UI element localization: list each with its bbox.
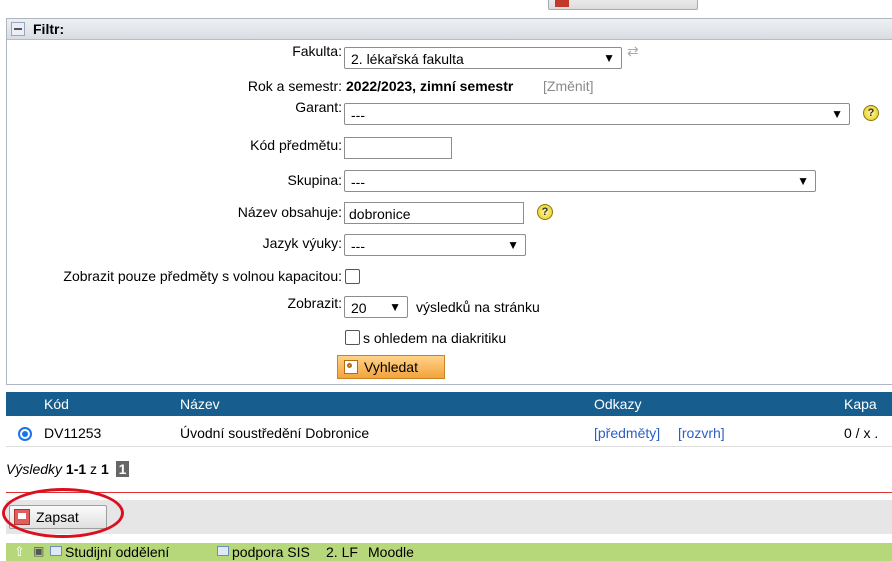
nazev-input[interactable]: dobronice bbox=[344, 202, 524, 224]
garant-select[interactable]: --- ▼ bbox=[344, 103, 850, 125]
zmenit-link[interactable]: [Změnit] bbox=[543, 78, 594, 94]
row-link-predmety[interactable]: [předměty] bbox=[594, 425, 660, 441]
rok-value: 2022/2023, zimní semestr bbox=[346, 78, 514, 94]
volna-kapacita-label: Zobrazit pouze předměty s volnou kapacit… bbox=[63, 268, 342, 284]
chevron-down-icon: ▼ bbox=[507, 238, 519, 252]
results-summary: Výsledky 1-1 z 1 1 bbox=[6, 461, 130, 477]
zobrazit-select[interactable]: 20 ▼ bbox=[344, 296, 408, 318]
row-nazev: Úvodní soustředění Dobronice bbox=[180, 425, 370, 441]
swap-arrows-icon[interactable]: ⇄ bbox=[627, 43, 639, 60]
action-bar bbox=[6, 500, 892, 534]
footer-link-2lf[interactable]: 2. LF bbox=[326, 544, 358, 560]
row-kod: DV11253 bbox=[44, 425, 102, 441]
zobrazit-label: Zobrazit: bbox=[287, 295, 342, 311]
jazyk-select[interactable]: --- ▼ bbox=[344, 234, 526, 256]
home-icon[interactable]: ⇧ bbox=[14, 544, 25, 560]
nazev-label: Název obsahuje: bbox=[237, 204, 342, 220]
page-number-current[interactable]: 1 bbox=[115, 461, 130, 477]
filter-header[interactable]: Filtr: bbox=[7, 19, 892, 40]
footer-link-studijni[interactable]: Studijní oddělení bbox=[65, 544, 169, 560]
table-header: Kód Název Odkazy Kapa bbox=[6, 392, 892, 416]
chevron-down-icon: ▼ bbox=[389, 300, 401, 314]
diakritika-checkbox[interactable] bbox=[345, 330, 360, 345]
skupina-select[interactable]: --- ▼ bbox=[344, 170, 816, 192]
chevron-down-icon: ▼ bbox=[831, 107, 843, 121]
column-header-nazev[interactable]: Název bbox=[180, 396, 220, 412]
divider-line bbox=[6, 492, 892, 493]
footer-bar: ⇧ ▣ Studijní oddělení podpora SIS 2. LF … bbox=[6, 543, 892, 561]
clipped-toolbar-button[interactable] bbox=[548, 0, 698, 10]
table-row: DV11253 Úvodní soustředění Dobronice [př… bbox=[6, 420, 892, 447]
fakulta-select[interactable]: 2. lékařská fakulta ▼ bbox=[344, 47, 622, 69]
search-button[interactable]: Vyhledat bbox=[337, 355, 445, 379]
top-clipped-area bbox=[0, 0, 892, 18]
volna-kapacita-checkbox[interactable] bbox=[345, 269, 360, 284]
results-of: z bbox=[90, 461, 98, 477]
results-range: 1-1 bbox=[65, 461, 87, 477]
diakritika-label: s ohledem na diakritiku bbox=[363, 330, 507, 346]
skupina-select-value: --- bbox=[351, 174, 365, 190]
row-kapacita: 0 / x . bbox=[844, 425, 879, 441]
filter-panel: Filtr: Fakulta: 2. lékařská fakulta ▼ ⇄ … bbox=[6, 18, 892, 385]
highlight-circle-annotation bbox=[2, 488, 124, 538]
help-icon[interactable]: ? bbox=[537, 204, 553, 220]
printer-icon[interactable]: ▣ bbox=[33, 544, 44, 558]
zobrazit-suffix: výsledků na stránku bbox=[416, 299, 540, 315]
column-header-kod[interactable]: Kód bbox=[44, 396, 69, 412]
column-header-odkazy: Odkazy bbox=[594, 396, 642, 412]
filter-title: Filtr: bbox=[33, 21, 65, 37]
jazyk-select-value: --- bbox=[351, 238, 365, 254]
garant-label: Garant: bbox=[295, 99, 342, 115]
chevron-down-icon: ▼ bbox=[797, 174, 809, 188]
rok-label: Rok a semestr: bbox=[247, 78, 342, 94]
kod-label: Kód předmětu: bbox=[250, 137, 342, 153]
fakulta-label: Fakulta: bbox=[292, 43, 342, 59]
footer-link-podpora[interactable]: podpora SIS bbox=[232, 544, 310, 560]
row-radio-selected[interactable] bbox=[18, 427, 32, 441]
column-header-kapacita: Kapa bbox=[844, 396, 877, 412]
mail-icon bbox=[50, 546, 62, 556]
jazyk-label: Jazyk výuky: bbox=[262, 235, 342, 251]
skupina-label: Skupina: bbox=[287, 172, 342, 188]
search-button-label: Vyhledat bbox=[364, 359, 418, 375]
zobrazit-select-value: 20 bbox=[351, 300, 367, 316]
row-link-rozvrh[interactable]: [rozvrh] bbox=[678, 425, 725, 441]
magnifier-icon bbox=[344, 360, 358, 374]
kod-input[interactable] bbox=[344, 137, 452, 159]
help-icon[interactable]: ? bbox=[863, 105, 879, 121]
footer-link-moodle[interactable]: Moodle bbox=[368, 544, 414, 560]
mail-icon bbox=[217, 546, 229, 556]
results-total: 1 bbox=[100, 461, 109, 477]
fakulta-select-value: 2. lékařská fakulta bbox=[351, 51, 464, 67]
chevron-down-icon: ▼ bbox=[603, 51, 615, 65]
results-label: Výsledky bbox=[6, 461, 63, 477]
collapse-minus-icon[interactable] bbox=[11, 22, 25, 36]
garant-select-value: --- bbox=[351, 107, 365, 123]
